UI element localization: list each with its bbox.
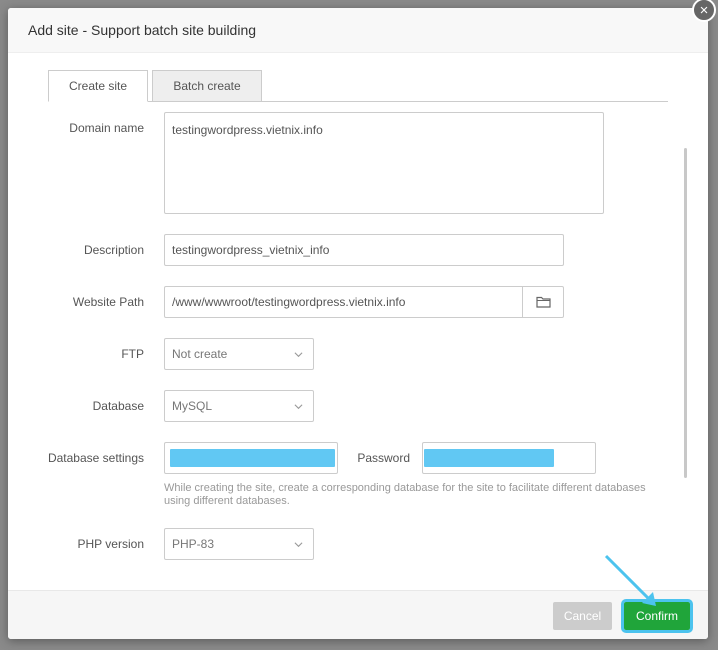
redacted-password — [424, 449, 554, 467]
chevron-down-icon — [294, 542, 303, 548]
password-label: Password — [357, 451, 410, 465]
scrollbar[interactable] — [684, 148, 687, 478]
php-version-value: PHP-83 — [172, 537, 215, 551]
tab-batch-create[interactable]: Batch create — [152, 70, 262, 102]
database-select[interactable]: MySQL — [164, 390, 314, 422]
php-version-select[interactable]: PHP-83 — [164, 528, 314, 560]
website-path-label: Website Path — [72, 295, 144, 309]
database-value: MySQL — [172, 399, 213, 413]
browse-folder-button[interactable] — [522, 287, 563, 317]
domain-name-label: Domain name — [69, 121, 144, 135]
tab-bar: Create site Batch create — [48, 70, 668, 102]
folder-icon — [535, 296, 551, 308]
php-version-label: PHP version — [77, 537, 144, 551]
tab-create-site[interactable]: Create site — [48, 70, 148, 102]
chevron-down-icon — [294, 404, 303, 410]
website-path-input[interactable]: /www/wwwroot/testingwordpress.vietnix.in… — [164, 286, 564, 318]
dialog-title: Add site - Support batch site building — [28, 22, 257, 38]
description-label: Description — [83, 243, 144, 257]
ftp-label: FTP — [121, 347, 144, 361]
add-site-dialog: Add site - Support batch site building C… — [8, 8, 708, 639]
domain-name-textarea[interactable]: testingwordpress.vietnix.info — [164, 112, 604, 214]
dialog-header: Add site - Support batch site building — [8, 8, 708, 53]
database-help-text: While creating the site, create a corres… — [164, 482, 646, 507]
database-label: Database — [92, 399, 144, 413]
domain-name-value: testingwordpress.vietnix.info — [172, 123, 323, 137]
dialog-footer: Cancel Confirm — [8, 590, 708, 639]
database-password-input[interactable] — [422, 442, 596, 474]
description-value: testingwordpress_vietnix_info — [172, 243, 330, 257]
database-settings-label: Database settings — [47, 451, 144, 465]
ftp-value: Not create — [172, 347, 228, 361]
chevron-down-icon — [294, 352, 303, 358]
website-path-value: /www/wwwroot/testingwordpress.vietnix.in… — [172, 295, 406, 309]
description-input[interactable]: testingwordpress_vietnix_info — [164, 234, 564, 266]
annotation-arrow-icon — [604, 554, 656, 606]
ftp-select[interactable]: Not create — [164, 338, 314, 370]
